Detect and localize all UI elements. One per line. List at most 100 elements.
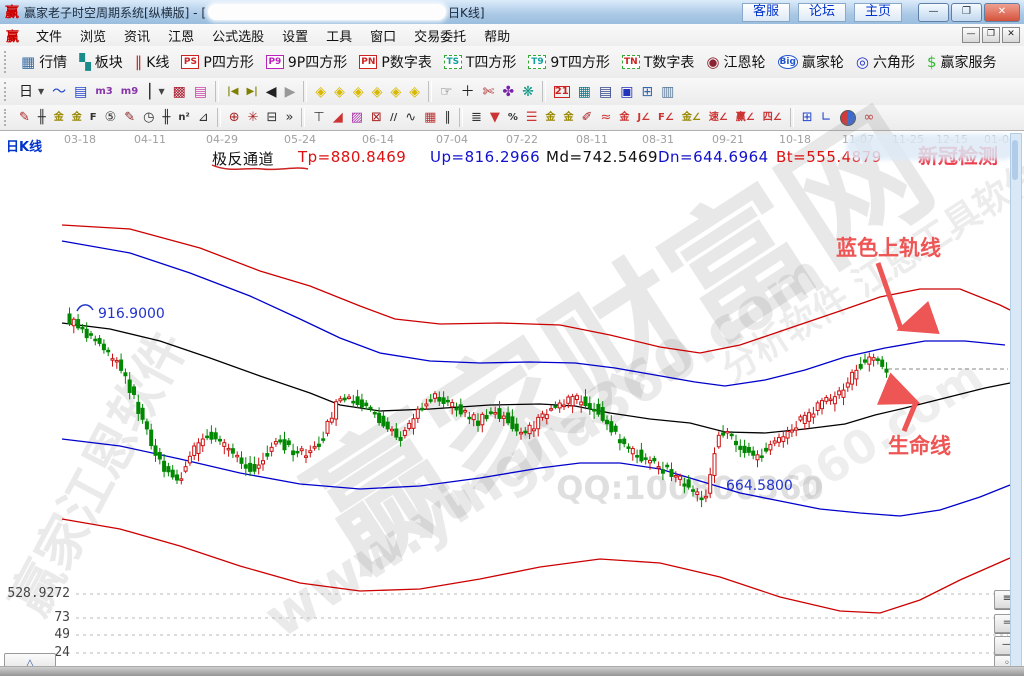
f-grid-button[interactable]: F [86, 111, 101, 125]
menu-公式选股[interactable]: 公式选股 [203, 28, 273, 47]
target-cross-button[interactable]: ⊕ [225, 109, 244, 126]
diamond-star-button[interactable]: ◈ [386, 83, 405, 101]
menu-帮助[interactable]: 帮助 [475, 28, 519, 47]
percent-button[interactable]: % [504, 111, 522, 125]
winner-wheel-button[interactable]: Big赢家轮 [772, 50, 850, 74]
cut-tool-button[interactable]: ✄ [479, 83, 499, 101]
restore-button[interactable]: ❐ [951, 3, 982, 22]
vertical-scrollbar[interactable] [1010, 133, 1022, 667]
wave-band-button[interactable]: ≈ [596, 109, 615, 126]
parallel-lines-button[interactable]: ∥ [440, 109, 455, 126]
calendar-button[interactable]: 21 [550, 84, 574, 100]
menu-交易委托[interactable]: 交易委托 [405, 28, 475, 47]
kline-chart-canvas[interactable] [0, 131, 1024, 667]
quotes-button[interactable]: ▦行情 [15, 50, 73, 74]
tick-grid-button[interactable]: ╫ [34, 109, 50, 126]
time-circle-button[interactable]: ◷ [139, 109, 158, 126]
trend-wave-button[interactable]: 〜 [48, 83, 70, 101]
titlebar-link-service[interactable]: 客服 [742, 3, 790, 22]
notebook-button[interactable]: ▤ [595, 83, 616, 101]
percent-down-button[interactable]: ▼ [486, 109, 504, 126]
hexagon-button[interactable]: ◎六角形 [850, 50, 921, 74]
bottom-scrollbar[interactable] [0, 666, 1024, 676]
gold-circle-button[interactable]: 金 [542, 111, 560, 125]
sectors-button[interactable]: ▚板块 [73, 50, 129, 74]
p-table-button[interactable]: PNP数字表 [353, 50, 438, 74]
t-square-button[interactable]: TST四方形 [438, 50, 523, 74]
gold-lines-button[interactable]: 金 [560, 111, 578, 125]
star-burst-button[interactable]: ✳ [244, 109, 263, 126]
titlebar-link-home[interactable]: 主页 [854, 3, 902, 22]
red-grid-button[interactable]: ▦ [420, 109, 440, 126]
yinyang-button[interactable] [836, 108, 860, 128]
menu-窗口[interactable]: 窗口 [361, 28, 405, 47]
diamond-right-button[interactable]: ◈ [330, 83, 349, 101]
more-chevron-button[interactable]: » [281, 109, 297, 126]
computer-button[interactable]: ▥ [657, 83, 678, 101]
vertical-scrollbar-thumb[interactable] [1012, 140, 1018, 180]
zigzag-line-button[interactable]: ∿ [401, 109, 420, 126]
diamond-expand-button[interactable]: ◈ [368, 83, 387, 101]
chart-axes-button[interactable]: ∟ [817, 109, 836, 126]
network-button[interactable]: ⊞ [637, 83, 657, 101]
percent-line-button[interactable]: ☰ [522, 109, 542, 126]
t-table-button[interactable]: TNT数字表 [616, 50, 701, 74]
t-ruler-button[interactable]: ⊤ [309, 109, 328, 126]
candle-dropdown-button[interactable]: ⎮▼ [142, 83, 168, 101]
info-note-button[interactable]: ▤ [70, 83, 91, 101]
next-bar-button[interactable]: ▶ [281, 83, 300, 101]
9p-square-button[interactable]: P99P四方形 [260, 50, 353, 74]
last-bar-button[interactable]: ▶| [242, 85, 261, 99]
mdi-minimize-button[interactable]: — [962, 27, 980, 43]
square-fan-pink-button[interactable]: ▨ [347, 109, 367, 126]
hand-tool-button[interactable]: ☞ [436, 83, 457, 101]
candle-marker-button[interactable]: ✐ [578, 109, 597, 126]
titlebar-link-forum[interactable]: 论坛 [798, 3, 846, 22]
five-grid-button[interactable]: ⑤ [101, 109, 121, 126]
pencil-lines-button[interactable]: // [386, 111, 401, 125]
gold-angle-button[interactable]: 金∠ [678, 111, 705, 125]
ruler-123-button[interactable]: ⊟ [263, 109, 282, 126]
grid-highlight-button[interactable]: ⊞ [798, 109, 817, 126]
menu-江恩[interactable]: 江恩 [159, 28, 203, 47]
diamond-grid-button[interactable]: ◈ [405, 83, 424, 101]
first-bar-button[interactable]: |◀ [223, 85, 242, 99]
f-angle-button[interactable]: F∠ [654, 111, 678, 125]
color-bars-button[interactable]: ▤ [190, 83, 211, 101]
mdi-restore-button[interactable]: ❐ [982, 27, 1000, 43]
gann-wheel-button[interactable]: ◉江恩轮 [700, 50, 771, 74]
kline-button[interactable]: ∥K线 [129, 50, 176, 74]
menu-工具[interactable]: 工具 [317, 28, 361, 47]
win-angle-button[interactable]: 赢∠ [732, 111, 759, 125]
calculator-button[interactable]: ▦ [574, 83, 595, 101]
speed-angle-button[interactable]: 速∠ [705, 111, 732, 125]
bar-scale-button[interactable]: ≣ [467, 109, 486, 126]
diamond-hmove-button[interactable]: ◈ [349, 83, 368, 101]
crosshair-tool-button[interactable]: ＋ [457, 83, 479, 101]
menu-设置[interactable]: 设置 [273, 28, 317, 47]
gold-grid-1-button[interactable]: 金 [50, 111, 68, 125]
gold-grid-2-button[interactable]: 金 [68, 111, 86, 125]
j-angle-button[interactable]: J∠ [633, 111, 654, 125]
prev-bar-button[interactable]: ◀ [262, 83, 281, 101]
magic-tool-button[interactable]: ✤ [498, 83, 518, 101]
square-x-red-button[interactable]: ⊠ [367, 109, 386, 126]
diamond-left-button[interactable]: ◈ [311, 83, 330, 101]
m3-indicator-button[interactable]: m3 [91, 85, 116, 99]
mirror-angle-button[interactable]: ⊿ [194, 109, 213, 126]
four-angle-button[interactable]: 四∠ [759, 111, 786, 125]
9t-square-button[interactable]: T99T四方形 [522, 50, 615, 74]
menu-浏览[interactable]: 浏览 [71, 28, 115, 47]
draw-pen-button[interactable]: ✎ [15, 109, 34, 126]
gold-lines-red-button[interactable]: 金 [615, 111, 633, 125]
m9-indicator-button[interactable]: m9 [117, 85, 142, 99]
menu-资讯[interactable]: 资讯 [115, 28, 159, 47]
chart-area[interactable]: 赢家财富网www.yingjia360.com赢家江恩软件分析软件 江恩工具软件… [0, 130, 1024, 667]
save-button[interactable]: ▣ [616, 83, 637, 101]
p-square-button[interactable]: PSP四方形 [175, 50, 259, 74]
mdi-close-button[interactable]: ✕ [1002, 27, 1020, 43]
close-button[interactable]: ✕ [984, 3, 1020, 22]
winner-service-button[interactable]: $赢家服务 [921, 50, 1003, 74]
brain-tool-button[interactable]: ❋ [518, 83, 538, 101]
angle-pen-button[interactable]: ✎ [120, 109, 139, 126]
